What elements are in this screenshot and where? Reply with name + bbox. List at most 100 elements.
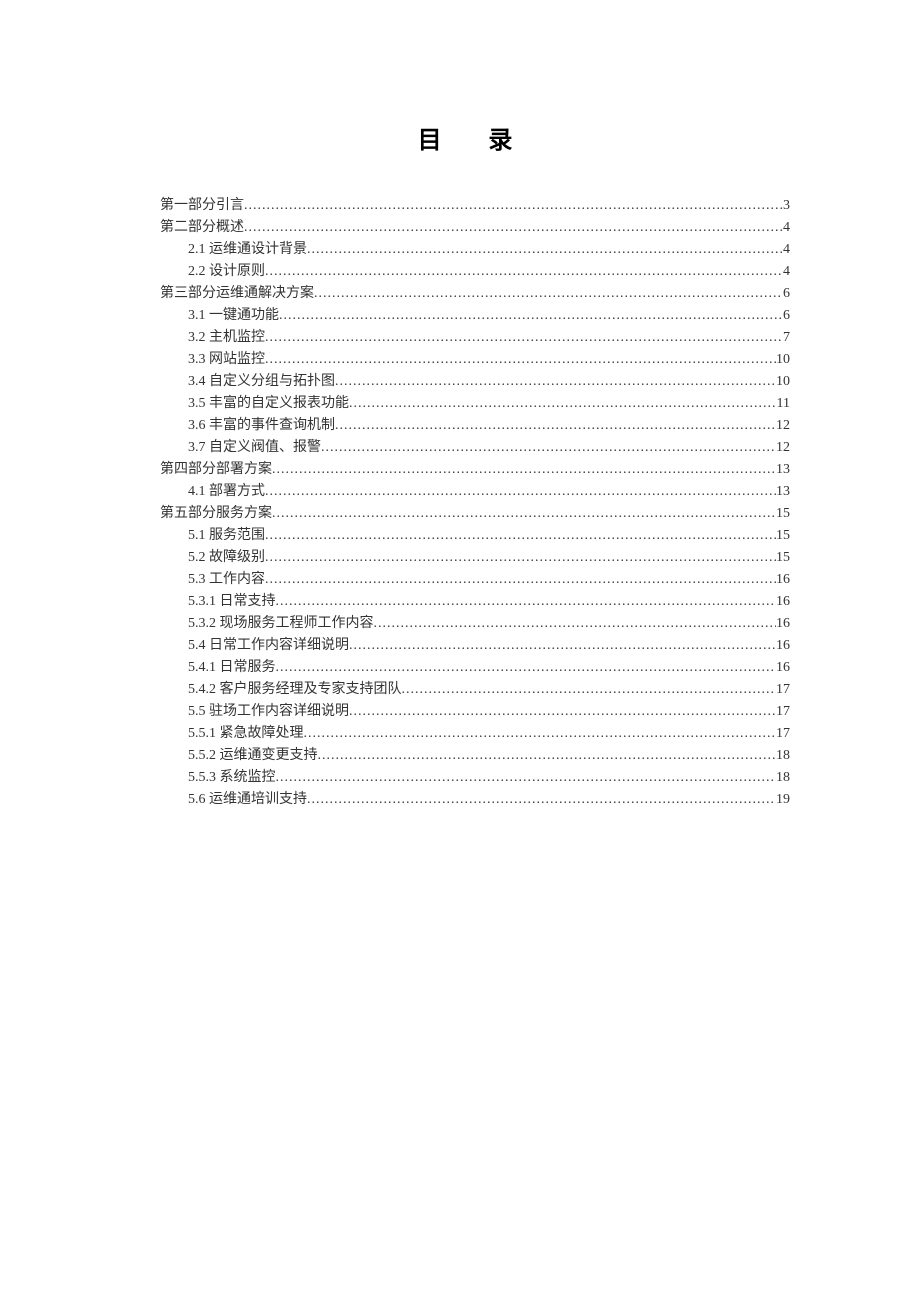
- toc-entry-dots: [374, 613, 777, 634]
- toc-entry-dots: [265, 327, 783, 348]
- toc-entry: 5.5.3 系统监控 18: [160, 767, 790, 788]
- toc-entry-page: 7: [783, 327, 790, 348]
- toc-entry: 3.1 一键通功能 6: [160, 305, 790, 326]
- toc-entry-page: 16: [776, 657, 790, 678]
- toc-entry-page: 17: [776, 701, 790, 722]
- toc-entry: 第三部分运维通解决方案 6: [160, 283, 790, 304]
- toc-entry: 5.5 驻场工作内容详细说明 17: [160, 701, 790, 722]
- table-of-contents: 第一部分引言 3第二部分概述 42.1 运维通设计背景 42.2 设计原则 4第…: [160, 195, 790, 810]
- toc-entry: 第五部分服务方案 15: [160, 503, 790, 524]
- toc-entry: 5.2 故障级别 15: [160, 547, 790, 568]
- toc-entry-dots: [272, 459, 776, 480]
- toc-entry-page: 16: [776, 591, 790, 612]
- toc-entry: 5.6 运维通培训支持 19: [160, 789, 790, 810]
- toc-entry-label: 第五部分服务方案: [160, 503, 272, 524]
- toc-entry-dots: [307, 239, 783, 260]
- toc-entry-page: 16: [776, 569, 790, 590]
- toc-entry: 5.4.1 日常服务 16: [160, 657, 790, 678]
- toc-entry-page: 4: [783, 261, 790, 282]
- toc-entry: 5.4 日常工作内容详细说明 16: [160, 635, 790, 656]
- toc-entry-page: 13: [776, 481, 790, 502]
- toc-entry-dots: [265, 481, 776, 502]
- toc-entry-label: 3.2 主机监控: [188, 327, 265, 348]
- toc-entry-dots: [314, 283, 783, 304]
- toc-entry-dots: [321, 437, 776, 458]
- toc-entry-label: 5.1 服务范围: [188, 525, 265, 546]
- toc-entry-page: 17: [776, 723, 790, 744]
- toc-entry-page: 15: [776, 547, 790, 568]
- toc-entry-label: 第一部分引言: [160, 195, 244, 216]
- toc-entry-page: 12: [776, 415, 790, 436]
- toc-entry-dots: [279, 305, 783, 326]
- toc-entry-label: 5.4 日常工作内容详细说明: [188, 635, 349, 656]
- toc-entry-label: 5.4.1 日常服务: [188, 657, 276, 678]
- toc-entry-label: 3.5 丰富的自定义报表功能: [188, 393, 349, 414]
- toc-entry-page: 19: [776, 789, 790, 810]
- toc-entry: 第二部分概述 4: [160, 217, 790, 238]
- toc-entry-label: 5.5 驻场工作内容详细说明: [188, 701, 349, 722]
- toc-entry: 5.5.1 紧急故障处理 17: [160, 723, 790, 744]
- toc-entry-label: 5.5.3 系统监控: [188, 767, 276, 788]
- toc-entry-label: 3.4 自定义分组与拓扑图: [188, 371, 335, 392]
- toc-entry: 5.1 服务范围 15: [160, 525, 790, 546]
- toc-entry: 3.5 丰富的自定义报表功能 11: [160, 393, 790, 414]
- toc-entry-label: 第二部分概述: [160, 217, 244, 238]
- toc-entry-label: 第四部分部署方案: [160, 459, 272, 480]
- toc-entry-dots: [265, 349, 776, 370]
- toc-entry: 3.2 主机监控 7: [160, 327, 790, 348]
- toc-entry-dots: [244, 217, 783, 238]
- toc-entry: 5.3.1 日常支持 16: [160, 591, 790, 612]
- toc-entry-dots: [349, 635, 776, 656]
- toc-entry: 2.1 运维通设计背景 4: [160, 239, 790, 260]
- toc-entry-label: 3.6 丰富的事件查询机制: [188, 415, 335, 436]
- toc-entry-page: 6: [783, 305, 790, 326]
- toc-entry-page: 11: [777, 393, 790, 414]
- toc-entry-dots: [307, 789, 776, 810]
- toc-entry-label: 5.3 工作内容: [188, 569, 265, 590]
- toc-entry-page: 12: [776, 437, 790, 458]
- toc-entry: 3.4 自定义分组与拓扑图 10: [160, 371, 790, 392]
- toc-entry: 2.2 设计原则 4: [160, 261, 790, 282]
- toc-entry-label: 3.1 一键通功能: [188, 305, 279, 326]
- toc-entry: 第一部分引言 3: [160, 195, 790, 216]
- toc-entry-dots: [276, 657, 777, 678]
- toc-entry-label: 5.5.2 运维通变更支持: [188, 745, 318, 766]
- toc-entry-label: 2.2 设计原则: [188, 261, 265, 282]
- toc-entry-dots: [335, 415, 776, 436]
- toc-entry-page: 16: [776, 635, 790, 656]
- toc-entry-page: 16: [776, 613, 790, 634]
- toc-entry-dots: [402, 679, 777, 700]
- toc-entry-dots: [265, 569, 776, 590]
- toc-entry-dots: [335, 371, 776, 392]
- toc-entry-page: 4: [783, 239, 790, 260]
- toc-entry-dots: [276, 767, 777, 788]
- toc-entry-dots: [349, 393, 777, 414]
- toc-entry-dots: [276, 591, 777, 612]
- toc-entry: 3.3 网站监控 10: [160, 349, 790, 370]
- toc-entry-label: 第三部分运维通解决方案: [160, 283, 314, 304]
- toc-entry-dots: [265, 525, 776, 546]
- toc-entry-label: 3.7 自定义阀值、报警: [188, 437, 321, 458]
- toc-entry-label: 3.3 网站监控: [188, 349, 265, 370]
- toc-entry-page: 17: [776, 679, 790, 700]
- toc-entry-label: 5.3.1 日常支持: [188, 591, 276, 612]
- toc-entry-page: 18: [776, 767, 790, 788]
- toc-entry-label: 5.3.2 现场服务工程师工作内容: [188, 613, 374, 634]
- toc-title: 目 录: [160, 120, 790, 155]
- toc-entry: 5.4.2 客户服务经理及专家支持团队 17: [160, 679, 790, 700]
- toc-entry-dots: [349, 701, 776, 722]
- toc-entry-dots: [304, 723, 777, 744]
- toc-entry-dots: [318, 745, 777, 766]
- toc-entry-page: 15: [776, 503, 790, 524]
- toc-entry: 3.7 自定义阀值、报警 12: [160, 437, 790, 458]
- toc-entry-page: 15: [776, 525, 790, 546]
- toc-entry-page: 4: [783, 217, 790, 238]
- toc-entry-label: 2.1 运维通设计背景: [188, 239, 307, 260]
- toc-entry: 3.6 丰富的事件查询机制 12: [160, 415, 790, 436]
- toc-entry-label: 5.2 故障级别: [188, 547, 265, 568]
- toc-entry-page: 18: [776, 745, 790, 766]
- toc-entry-dots: [265, 547, 776, 568]
- toc-entry-page: 10: [776, 349, 790, 370]
- toc-entry-label: 5.6 运维通培训支持: [188, 789, 307, 810]
- toc-entry: 第四部分部署方案 13: [160, 459, 790, 480]
